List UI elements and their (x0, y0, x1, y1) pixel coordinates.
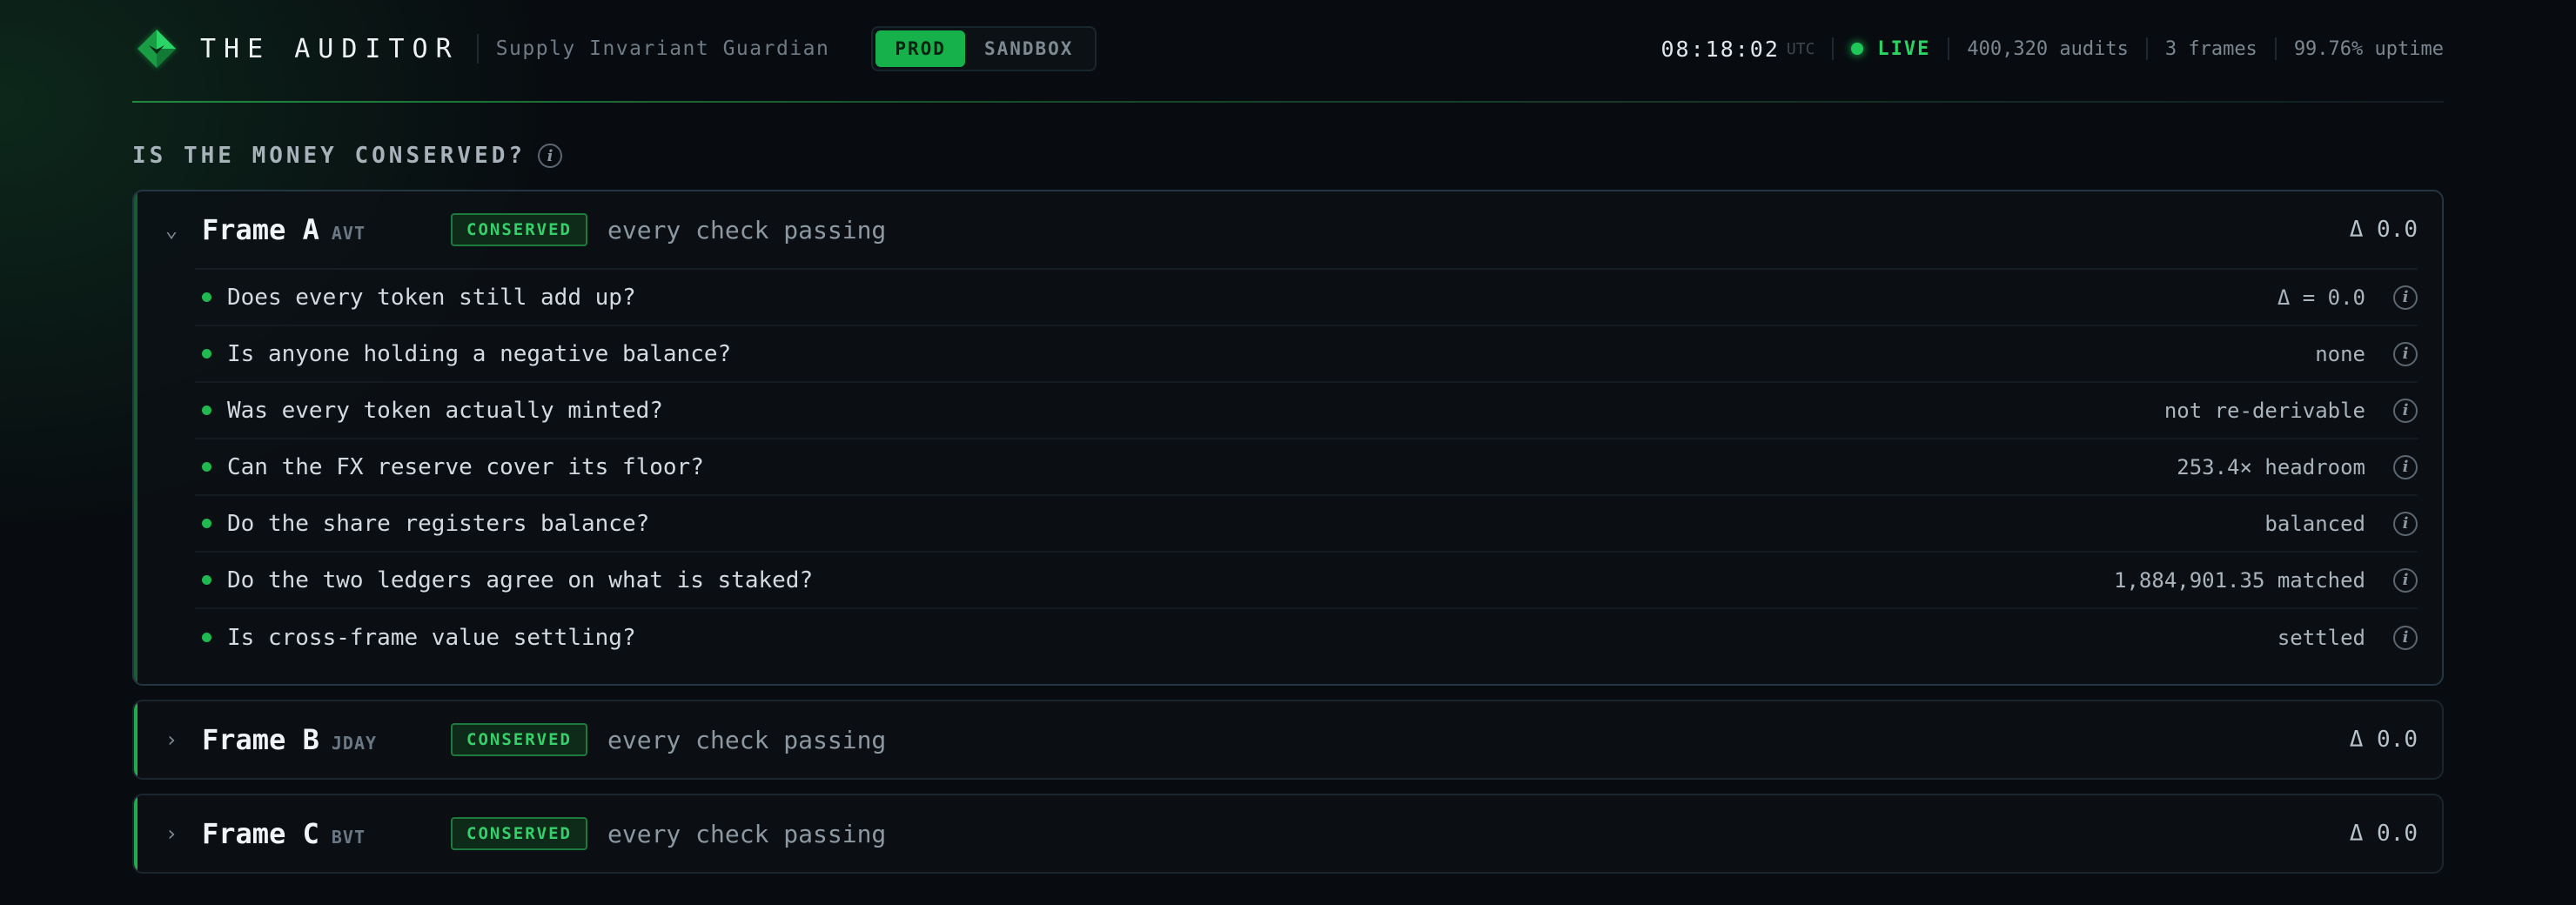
brand-group: THE AUDITOR Supply Invariant Guardian PR… (132, 24, 1097, 73)
clock: 08:18:02 (1660, 36, 1780, 62)
section-heading: IS THE MONEY CONSERVED? i (132, 143, 563, 169)
pass-dot-icon (202, 519, 211, 528)
chevron-down-icon[interactable]: ⌄ (160, 218, 183, 242)
live-indicator-icon (1851, 43, 1864, 55)
check-list: Does every token still add up? Δ = 0.0 i… (195, 268, 2418, 666)
status-badge: CONSERVED (451, 723, 587, 756)
frame-name: Frame B (202, 723, 319, 756)
frame-title: Frame A AVT (202, 213, 366, 246)
status-badge: CONSERVED (451, 817, 587, 850)
divider (1948, 37, 1950, 60)
pass-dot-icon (202, 633, 211, 642)
status-badge: CONSERVED (451, 213, 587, 246)
status-bar: 08:18:02 UTC LIVE 400,320 audits 3 frame… (1660, 30, 2444, 68)
info-icon[interactable]: i (2393, 341, 2418, 366)
check-question: Is anyone holding a negative balance? (227, 340, 732, 367)
check-row: Was every token actually minted? not re-… (195, 383, 2418, 439)
frame-header[interactable]: ⌄ Frame A AVT CONSERVED every check pass… (134, 191, 2442, 268)
frame-title: Frame C BVT (202, 817, 366, 850)
frame-delta: Δ 0.0 (2349, 821, 2418, 847)
env-sandbox-button[interactable]: SANDBOX (965, 30, 1093, 67)
check-value: none (2315, 341, 2365, 366)
check-question: Was every token actually minted? (227, 397, 663, 424)
info-icon[interactable]: i (2393, 625, 2418, 650)
brand-name: THE AUDITOR (200, 33, 460, 64)
divider (476, 34, 479, 64)
frame-ticker: BVT (331, 827, 366, 848)
check-row: Do the two ledgers agree on what is stak… (195, 553, 2418, 609)
check-question: Do the share registers balance? (227, 510, 650, 537)
environment-toggle: PROD SANDBOX (871, 26, 1097, 71)
frame-title: Frame B JDAY (202, 723, 377, 756)
frame-delta: Δ 0.0 (2349, 727, 2418, 753)
section-title: IS THE MONEY CONSERVED? (132, 143, 527, 169)
check-question: Does every token still add up? (227, 284, 636, 311)
env-prod-button[interactable]: PROD (875, 30, 965, 67)
audit-count: 400,320 audits (1967, 37, 2129, 60)
check-question: Is cross-frame value settling? (227, 624, 636, 651)
frame-name: Frame A (202, 213, 319, 246)
frame-header[interactable]: › Frame B JDAY CONSERVED every check pas… (134, 701, 2442, 778)
check-row: Can the FX reserve cover its floor? 253.… (195, 439, 2418, 496)
brand-subtitle: Supply Invariant Guardian (495, 37, 830, 60)
check-value: 253.4× headroom (2177, 454, 2365, 479)
info-icon[interactable]: i (2393, 511, 2418, 536)
pass-dot-icon (202, 292, 211, 302)
auditor-logo-icon (132, 24, 181, 73)
top-bar: THE AUDITOR Supply Invariant Guardian PR… (132, 0, 2444, 103)
check-question: Do the two ledgers agree on what is stak… (227, 566, 814, 593)
check-row: Do the share registers balance? balanced… (195, 496, 2418, 553)
divider (2145, 37, 2148, 60)
check-question: Can the FX reserve cover its floor? (227, 453, 704, 480)
frame-delta: Δ 0.0 (2349, 217, 2418, 243)
uptime: 99.76% uptime (2293, 37, 2444, 60)
timezone-label: UTC (1786, 39, 1815, 58)
info-icon[interactable]: i (538, 144, 563, 168)
frame-name: Frame C (202, 817, 319, 850)
frame-summary: every check passing (607, 725, 887, 754)
frame-header[interactable]: › Frame C BVT CONSERVED every check pass… (134, 795, 2442, 872)
check-value: Δ = 0.0 (2277, 285, 2365, 310)
info-icon[interactable]: i (2393, 567, 2418, 593)
frame-card-c: › Frame C BVT CONSERVED every check pass… (132, 794, 2444, 874)
divider (1832, 37, 1835, 60)
check-row: Is anyone holding a negative balance? no… (195, 326, 2418, 383)
pass-dot-icon (202, 349, 211, 359)
frame-card-b: › Frame B JDAY CONSERVED every check pas… (132, 700, 2444, 780)
check-value: 1,884,901.35 matched (2114, 567, 2365, 593)
pass-dot-icon (202, 462, 211, 472)
frame-ticker: JDAY (331, 733, 378, 754)
chevron-right-icon[interactable]: › (160, 727, 183, 752)
check-row: Does every token still add up? Δ = 0.0 i (195, 270, 2418, 326)
frame-summary: every check passing (607, 819, 887, 848)
check-value: balanced (2264, 511, 2365, 536)
frame-ticker: AVT (331, 223, 366, 244)
frame-summary: every check passing (607, 215, 887, 245)
check-value: not re-derivable (2163, 398, 2365, 423)
info-icon[interactable]: i (2393, 398, 2418, 423)
divider (2274, 37, 2277, 60)
check-row: Is cross-frame value settling? settled i (195, 609, 2418, 666)
live-label: LIVE (1877, 37, 1931, 60)
chevron-right-icon[interactable]: › (160, 821, 183, 846)
frame-count: 3 frames (2164, 37, 2257, 60)
check-value: settled (2277, 625, 2365, 650)
frame-card-a: ⌄ Frame A AVT CONSERVED every check pass… (132, 190, 2444, 686)
app-root: THE AUDITOR Supply Invariant Guardian PR… (132, 0, 2444, 874)
info-icon[interactable]: i (2393, 454, 2418, 479)
pass-dot-icon (202, 406, 211, 415)
info-icon[interactable]: i (2393, 285, 2418, 310)
pass-dot-icon (202, 575, 211, 585)
